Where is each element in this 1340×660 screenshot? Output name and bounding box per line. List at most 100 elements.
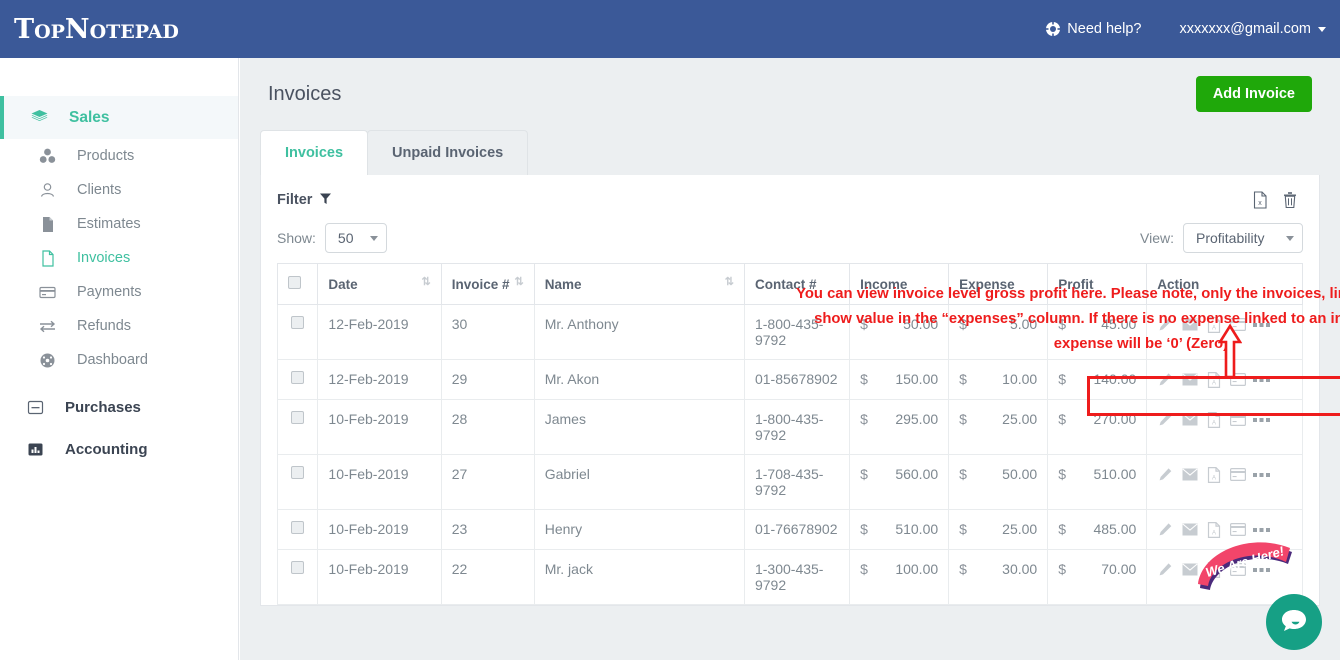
more-ellipsis-icon[interactable] [1253, 371, 1271, 388]
sidebar-item-refunds[interactable]: Refunds [0, 309, 238, 343]
cell-income: $295.00 [849, 399, 950, 455]
edit-pencil-icon[interactable] [1157, 371, 1174, 388]
view-value: Profitability [1196, 230, 1265, 246]
tab-invoices[interactable]: Invoices [260, 130, 369, 175]
file-text-icon [38, 249, 57, 268]
sidebar-item-products[interactable]: Products [0, 139, 238, 173]
sidebar-item-estimates[interactable]: Estimates [0, 207, 238, 241]
trash-icon[interactable] [1281, 191, 1299, 209]
envelope-icon[interactable] [1181, 411, 1198, 428]
chat-widget-button[interactable] [1266, 594, 1322, 650]
pdf-icon[interactable]: A [1205, 316, 1222, 333]
sidebar-item-clients[interactable]: Clients [0, 173, 238, 207]
amount: 510.00 [895, 521, 939, 537]
invoices-panel: Filter x Show: 50 View: Profitability ⇅ … [260, 175, 1320, 606]
cell-income: $510.00 [849, 509, 950, 550]
cell-expense: $50.00 [948, 454, 1049, 510]
row-actions: A [1157, 411, 1292, 428]
row-actions: A [1157, 316, 1292, 333]
cell-name: Mr. Akon [533, 359, 745, 400]
envelope-icon[interactable] [1181, 316, 1198, 333]
currency-symbol: $ [860, 316, 868, 332]
edit-pencil-icon[interactable] [1157, 561, 1174, 578]
sidebar-section-purchases[interactable]: Purchases [0, 386, 238, 428]
more-ellipsis-icon[interactable] [1253, 316, 1271, 333]
envelope-icon[interactable] [1181, 371, 1198, 388]
column-header-invoice[interactable]: ⇅ Invoice # [440, 263, 535, 305]
column-label: Profit [1058, 276, 1094, 292]
row-checkbox[interactable] [291, 411, 305, 424]
more-ellipsis-icon[interactable] [1253, 521, 1271, 538]
credit-card-icon[interactable] [1229, 561, 1246, 578]
credit-card-icon[interactable] [1229, 521, 1246, 538]
edit-pencil-icon[interactable] [1157, 316, 1174, 333]
pdf-icon[interactable]: A [1205, 371, 1222, 388]
edit-pencil-icon[interactable] [1157, 411, 1174, 428]
cell-invoice-number: 30 [440, 304, 535, 360]
row-select-cell [276, 359, 319, 400]
currency-symbol: $ [959, 371, 967, 387]
column-header-income: Income [849, 263, 950, 305]
cell-invoice-number: 28 [440, 399, 535, 455]
column-header-date[interactable]: ⇅ Date [317, 263, 442, 305]
add-invoice-button[interactable]: Add Invoice [1195, 76, 1312, 112]
file-icon [38, 215, 57, 234]
need-help-link[interactable]: Need help? [1045, 21, 1141, 37]
filter-toggle[interactable]: Filter [277, 192, 332, 209]
cell-profit: $510.00 [1047, 454, 1148, 510]
edit-pencil-icon[interactable] [1157, 466, 1174, 483]
row-checkbox[interactable] [291, 371, 305, 384]
envelope-icon[interactable] [1181, 521, 1198, 538]
sidebar-section-accounting[interactable]: Accounting [0, 428, 238, 470]
sort-icon: ⇅ [724, 275, 734, 288]
pdf-icon[interactable]: A [1205, 466, 1222, 483]
amount: 50.00 [1002, 466, 1038, 482]
table-row: 12-Feb-2019 29 Mr. Akon 01-85678902 $150… [276, 359, 1303, 400]
tab-unpaid-invoices[interactable]: Unpaid Invoices [367, 130, 529, 175]
sidebar-group-sales[interactable]: Sales [0, 96, 238, 139]
cell-profit: $45.00 [1047, 304, 1148, 360]
sidebar-item-invoices[interactable]: Invoices [0, 241, 238, 275]
row-checkbox[interactable] [291, 316, 305, 329]
svg-text:A: A [1212, 380, 1216, 386]
app-logo[interactable]: TopNotepad [14, 16, 179, 43]
credit-card-icon[interactable] [1229, 316, 1246, 333]
envelope-icon[interactable] [1181, 561, 1198, 578]
column-header-action: Action [1146, 263, 1303, 305]
invoices-table: ⇅ Date ⇅ Invoice # ⇅ Name Contact # Inco… [276, 263, 1303, 605]
currency-symbol: $ [1058, 521, 1067, 537]
column-header-contact: Contact # [743, 263, 851, 305]
user-account-menu[interactable]: xxxxxxx@gmail.com [1179, 21, 1326, 37]
row-checkbox[interactable] [291, 561, 305, 574]
sidebar-item-payments[interactable]: Payments [0, 275, 238, 309]
cell-expense: $25.00 [948, 509, 1049, 550]
cell-profit: $70.00 [1047, 549, 1148, 605]
credit-card-icon[interactable] [1229, 411, 1246, 428]
select-all-header [276, 263, 319, 305]
envelope-icon[interactable] [1181, 466, 1198, 483]
amount: 25.00 [1002, 411, 1038, 427]
currency-symbol: $ [959, 411, 967, 427]
more-ellipsis-icon[interactable] [1253, 561, 1271, 578]
cell-date: 12-Feb-2019 [317, 359, 442, 400]
excel-export-icon[interactable]: x [1251, 191, 1269, 209]
pdf-icon[interactable]: A [1205, 521, 1222, 538]
edit-pencil-icon[interactable] [1157, 521, 1174, 538]
pdf-icon[interactable]: A [1205, 561, 1222, 578]
credit-card-icon[interactable] [1229, 371, 1246, 388]
row-checkbox[interactable] [291, 521, 305, 534]
sidebar-item-dashboard[interactable]: Dashboard [0, 343, 238, 377]
column-header-name[interactable]: ⇅ Name [533, 263, 745, 305]
credit-card-icon[interactable] [1229, 466, 1246, 483]
view-select[interactable]: Profitability [1183, 223, 1303, 253]
amount: 10.00 [1002, 371, 1038, 387]
cell-date: 10-Feb-2019 [317, 549, 442, 605]
more-ellipsis-icon[interactable] [1253, 466, 1271, 483]
select-all-checkbox[interactable] [288, 276, 301, 289]
more-ellipsis-icon[interactable] [1253, 411, 1271, 428]
column-label: Action [1157, 276, 1200, 292]
pdf-icon[interactable]: A [1205, 411, 1222, 428]
show-entries-select[interactable]: 50 [324, 223, 387, 253]
row-checkbox[interactable] [291, 466, 305, 479]
